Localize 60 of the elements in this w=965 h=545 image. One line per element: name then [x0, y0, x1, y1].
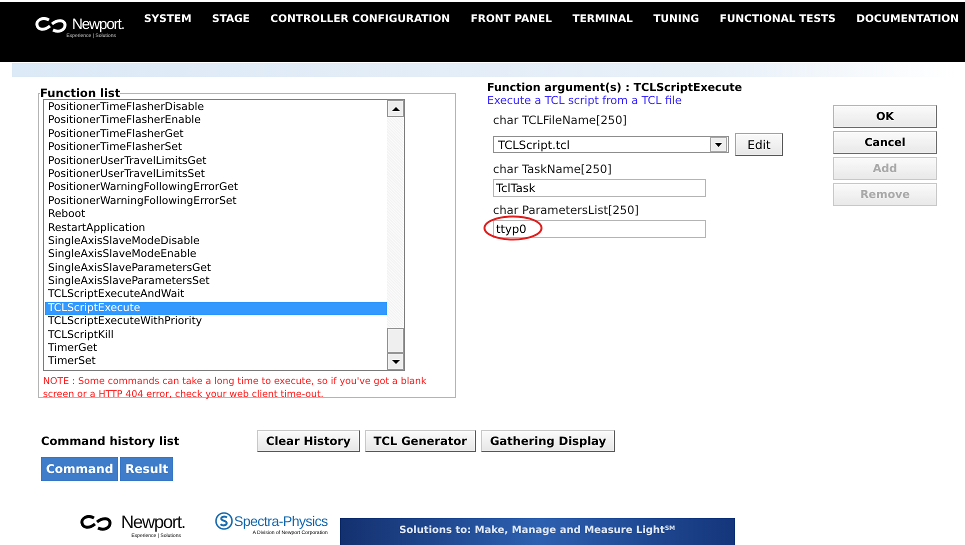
spectra-logo-icon — [215, 512, 233, 530]
partner-name: Spectra-Physics — [234, 513, 328, 529]
action-button[interactable]: Cancel — [833, 131, 937, 154]
list-item[interactable]: TimerGet — [45, 342, 387, 356]
column-header[interactable]: Command — [41, 457, 118, 481]
input-field[interactable]: TclTask — [493, 179, 706, 197]
down-arrow-icon — [392, 360, 400, 364]
field-label: char TaskName[250] — [493, 162, 613, 176]
function-description: Execute a TCL script from a TCL file — [487, 94, 683, 107]
arguments-title: Function argument(s) : TCLScriptExecute — [487, 81, 744, 94]
list-item[interactable]: PositionerTimeFlasherDisable — [45, 101, 387, 114]
brand-name: Newport. — [72, 16, 124, 33]
up-arrow-icon — [392, 106, 400, 110]
menu-item[interactable]: TERMINAL — [572, 13, 633, 25]
warning-note: NOTE : Some commands can take a long time to execute, so if you've got a blank screen or a HTTP 404 error, check your web client time-out. — [43, 375, 428, 401]
list-item[interactable]: SingleAxisSlaveParametersGet — [45, 262, 387, 276]
file-dropdown[interactable]: TCLScript.tcl — [493, 136, 729, 153]
function-listbox[interactable] — [43, 99, 405, 371]
menu-item[interactable]: DOCUMENTATION — [856, 13, 959, 25]
dropdown-arrow-icon — [715, 142, 722, 146]
panel-title: Function list — [40, 86, 120, 100]
toolbar-button[interactable]: Gathering Display — [480, 430, 616, 452]
field-label: char ParametersList[250] — [493, 203, 640, 217]
toolbar-button[interactable]: TCL Generator — [364, 430, 476, 452]
scroll-down-button[interactable] — [387, 353, 404, 370]
list-item[interactable]: TCLScriptExecuteWithPriority — [45, 315, 387, 329]
history-title: Command history list — [41, 434, 180, 448]
list-item[interactable]: TimerSet — [45, 355, 387, 369]
toolbar-button[interactable]: Clear History — [257, 430, 360, 452]
menu-item[interactable]: FRONT PANEL — [470, 13, 552, 25]
list-item[interactable]: PositionerTimeFlasherGet — [45, 128, 387, 142]
menu-item[interactable]: CONTROLLER CONFIGURATION — [270, 13, 450, 25]
list-item[interactable]: SingleAxisSlaveParametersSet — [45, 275, 387, 288]
list-item[interactable]: PositionerTimeFlasherSet — [45, 141, 387, 155]
scroll-up-button[interactable] — [387, 100, 404, 117]
list-item[interactable]: SingleAxisSlaveModeEnable — [45, 248, 387, 262]
list-item[interactable]: TCLScriptExecuteAndWait — [45, 288, 387, 302]
newport-logo-icon — [78, 514, 113, 530]
newport-logo-icon — [34, 16, 68, 32]
slogan-banner: Solutions to: Make, Manage and Measure Light$^{SM}$ — [340, 518, 735, 545]
list-item[interactable]: SingleAxisSlaveModeDisable — [45, 234, 387, 248]
list-item[interactable]: PositionerWarningFollowingErrorSet — [45, 194, 387, 208]
menu-item[interactable]: SYSTEM — [144, 13, 192, 25]
input-field[interactable]: ttyp0 — [493, 220, 706, 238]
field-label: char TCLFileName[250] — [493, 113, 628, 127]
menu-item[interactable]: TUNING — [653, 13, 700, 25]
edit-button[interactable]: Edit — [735, 133, 783, 156]
scroll-thumb[interactable] — [387, 328, 404, 353]
column-header[interactable]: Result — [120, 457, 174, 481]
action-button[interactable]: OK — [833, 105, 937, 128]
brand-name: Newport. — [120, 512, 185, 533]
list-item[interactable]: PositionerWarningFollowingErrorGet — [45, 181, 387, 195]
list-item[interactable]: Reboot — [45, 208, 387, 222]
list-item[interactable]: PositionerUserTravelLimitsSet — [45, 168, 387, 182]
list-item[interactable]: TCLScriptKill — [45, 328, 387, 342]
menu-item[interactable]: FUNCTIONAL TESTS — [720, 13, 836, 25]
list-item[interactable]: PositionerTimeFlasherEnable — [45, 114, 387, 128]
menu-item[interactable]: STAGE — [212, 13, 250, 25]
list-item[interactable]: RestartApplication — [45, 222, 387, 235]
list-item[interactable]: PositionerUserTravelLimitsGet — [45, 154, 387, 168]
